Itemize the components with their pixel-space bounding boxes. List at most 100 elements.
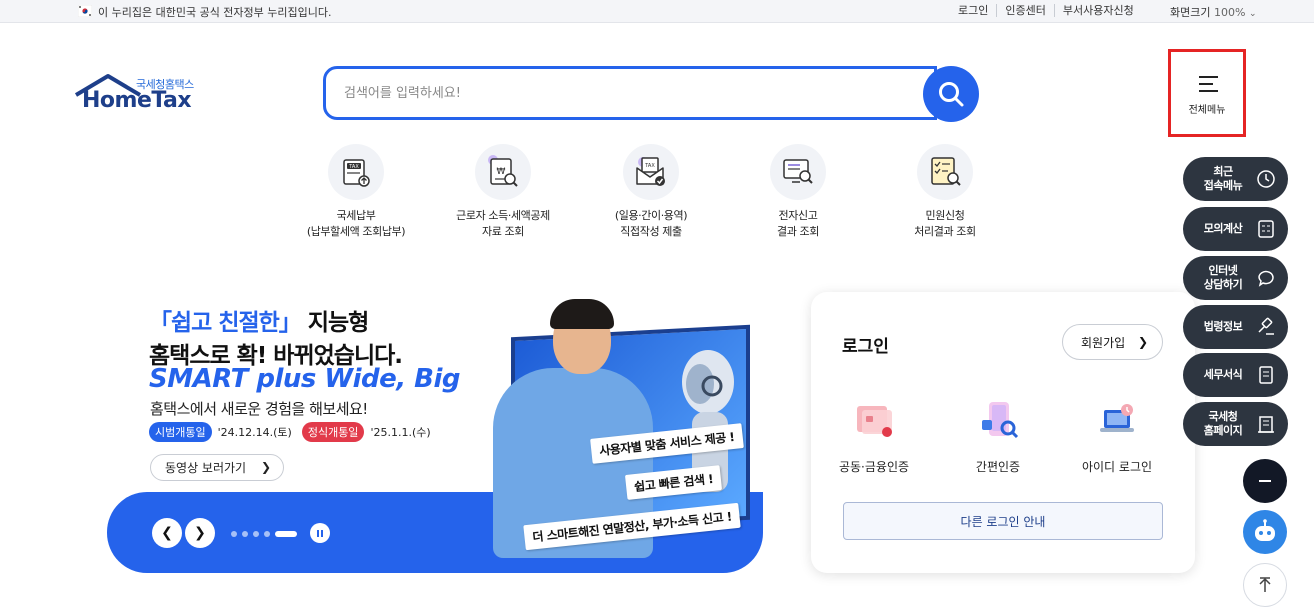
zoom-control[interactable]: 화면크기 100% ⌄ bbox=[1170, 4, 1256, 20]
pagination-dot[interactable] bbox=[253, 531, 259, 537]
quick-menu-line1: 최근 bbox=[1213, 165, 1233, 178]
official-badge: 정식개통일 bbox=[301, 422, 365, 442]
calculator-icon bbox=[1258, 220, 1274, 238]
svg-text:₩: ₩ bbox=[497, 167, 506, 177]
pause-icon bbox=[316, 529, 324, 537]
quick-menu-line1: 국세청 bbox=[1208, 410, 1238, 423]
all-menu-button[interactable]: 전체메뉴 bbox=[1168, 49, 1246, 137]
report-search-icon bbox=[783, 159, 813, 184]
hamburger-icon bbox=[1199, 76, 1218, 92]
certificate-card-icon bbox=[857, 406, 892, 437]
pilot-badge: 시범개통일 bbox=[149, 422, 212, 442]
all-menu-label: 전체메뉴 bbox=[1188, 105, 1226, 116]
quick-service-line1: (일용·간이·용역) bbox=[614, 209, 688, 222]
chevron-right-icon: ❯ bbox=[260, 460, 271, 474]
clock-icon bbox=[1257, 170, 1275, 188]
login-option-label: 간편인증 bbox=[975, 460, 1021, 474]
collapse-quick-menu-button[interactable] bbox=[1243, 459, 1287, 503]
other-login-button[interactable]: 다른 로그인 안내 bbox=[843, 502, 1163, 540]
official-date: '25.1.1.(수) bbox=[370, 426, 431, 439]
search-icon bbox=[939, 82, 964, 107]
zoom-label: 화면크기 bbox=[1170, 6, 1211, 19]
quick-menu-line2: 홈페이지 bbox=[1203, 424, 1243, 437]
banner-pause-button[interactable] bbox=[310, 523, 330, 543]
banner-prev-button[interactable]: ❮ bbox=[152, 518, 182, 548]
banner-title-rest: 지능형 bbox=[300, 310, 369, 336]
simple-auth-phone-icon bbox=[982, 402, 1019, 439]
join-button-label: 회원가입 bbox=[1081, 335, 1126, 350]
login-option-certificate[interactable]: 공동·금융인증 bbox=[824, 396, 924, 475]
quick-service-direct-submit[interactable]: TAX (일용·간이·용역) 직접작성 제출 bbox=[586, 144, 716, 240]
arrow-up-icon bbox=[1259, 577, 1271, 592]
quick-service-line2: 직접작성 제출 bbox=[620, 225, 682, 238]
quick-menu-line1: 인터넷 bbox=[1208, 264, 1238, 277]
util-link-login[interactable]: 로그인 bbox=[950, 4, 996, 17]
person-hair bbox=[550, 299, 614, 329]
quick-service-line2: 자료 조회 bbox=[482, 225, 524, 238]
banner-title-highlight: 「쉽고 친절한」 bbox=[149, 310, 302, 336]
korea-flag-icon bbox=[78, 5, 92, 17]
laptop-id-icon bbox=[1100, 404, 1134, 432]
logo-name: HomeTax bbox=[82, 88, 192, 113]
join-button[interactable]: 회원가입 ❯ bbox=[1062, 324, 1163, 360]
quick-service-e-filing-result[interactable]: 전자신고결과 조회 bbox=[733, 144, 863, 240]
login-option-label: 공동·금융인증 bbox=[838, 460, 910, 474]
banner-next-button[interactable]: ❯ bbox=[185, 518, 215, 548]
quick-menu-line2: 상담하기 bbox=[1203, 278, 1243, 291]
tax-payment-icon: TAX bbox=[343, 159, 370, 187]
minus-icon bbox=[1259, 480, 1271, 482]
svg-text:TAX: TAX bbox=[348, 164, 359, 170]
banner-subtitle: 홈택스에서 새로운 경험을 해보세요! bbox=[150, 400, 368, 418]
hometax-logo[interactable]: 국세청홈택스 HomeTax bbox=[74, 73, 204, 117]
pagination-dot[interactable] bbox=[231, 531, 237, 537]
login-option-label: 아이디 로그인 bbox=[1081, 460, 1153, 474]
building-icon bbox=[1258, 416, 1274, 433]
util-links: 로그인 인증센터 부서사용자신청 bbox=[950, 4, 1142, 17]
banner-dates: 시범개통일 '24.12.14.(토) 정식개통일 '25.1.1.(수) bbox=[149, 422, 441, 442]
other-login-label: 다른 로그인 안내 bbox=[960, 514, 1046, 529]
quick-menu-law[interactable]: 법령정보 bbox=[1183, 305, 1288, 349]
search-button[interactable] bbox=[923, 66, 979, 122]
quick-service-civil-result[interactable]: 민원신청처리결과 조회 bbox=[880, 144, 1010, 240]
login-panel: 로그인 회원가입 ❯ 공동·금융인증 간편인증 아이디 로그인 다른 로그인 안… bbox=[811, 292, 1195, 573]
quick-service-line2: 결과 조회 bbox=[777, 225, 819, 238]
quick-menu-recent[interactable]: 최근 접속메뉴 bbox=[1183, 157, 1288, 201]
quick-menu-nts-home[interactable]: 국세청 홈페이지 bbox=[1183, 402, 1288, 446]
quick-service-line2: 처리결과 조회 bbox=[914, 225, 976, 238]
pilot-date: '24.12.14.(토) bbox=[217, 426, 292, 439]
quick-menu-line1: 모의계산 bbox=[1203, 222, 1243, 235]
quick-menu-tax-forms[interactable]: 세무서식 bbox=[1183, 353, 1288, 397]
banner-title-line1: 「쉽고 친절한」 지능형 bbox=[149, 303, 369, 337]
pagination-dot[interactable] bbox=[264, 531, 270, 537]
gov-notice: 이 누리집은 대한민국 공식 전자정부 누리집입니다. bbox=[98, 6, 332, 19]
scroll-top-button[interactable] bbox=[1243, 563, 1287, 607]
login-option-id[interactable]: 아이디 로그인 bbox=[1067, 396, 1167, 475]
quick-menu-line1: 세무서식 bbox=[1203, 368, 1243, 381]
quick-service-line2: (납부할세액 조회납부) bbox=[306, 225, 406, 238]
quick-menu-line2: 접속메뉴 bbox=[1203, 179, 1243, 192]
gavel-icon bbox=[1258, 317, 1274, 335]
util-link-dept-user[interactable]: 부서사용자신청 bbox=[1053, 4, 1142, 17]
quick-service-tax-payment[interactable]: TAX 국세납부 (납부할세액 조회납부) bbox=[291, 144, 421, 240]
chevron-right-icon: ❯ bbox=[1137, 335, 1148, 349]
util-link-cert-center[interactable]: 인증센터 bbox=[996, 4, 1053, 17]
chevron-down-icon: ⌄ bbox=[1248, 9, 1257, 19]
gov-banner: 이 누리집은 대한민국 공식 전자정부 누리집입니다. 로그인 인증센터 부서사… bbox=[0, 0, 1314, 23]
search-input[interactable] bbox=[344, 81, 904, 105]
form-icon bbox=[1259, 366, 1273, 384]
pagination-dot-active[interactable] bbox=[275, 531, 297, 537]
video-button[interactable]: 동영상 보러가기 ❯ bbox=[150, 454, 284, 481]
search-box bbox=[323, 66, 937, 120]
pagination-dot[interactable] bbox=[242, 531, 248, 537]
chevron-right-icon: ❯ bbox=[194, 525, 206, 541]
quick-service-line1: 민원신청 bbox=[925, 209, 965, 222]
login-option-simple[interactable]: 간편인증 bbox=[948, 396, 1048, 475]
civil-checklist-icon bbox=[931, 157, 961, 186]
quick-service-line1: 전자신고 bbox=[778, 209, 818, 222]
chat-icon bbox=[1258, 270, 1274, 287]
quick-service-deduction-data[interactable]: ₩ 근로자 소득·세액공제 자료 조회 bbox=[438, 144, 568, 240]
chatbot-button[interactable] bbox=[1243, 510, 1287, 554]
quick-menu-simulation[interactable]: 모의계산 bbox=[1183, 207, 1288, 251]
quick-menu-consult[interactable]: 인터넷 상담하기 bbox=[1183, 256, 1288, 300]
robot-chat-icon bbox=[1255, 519, 1275, 541]
